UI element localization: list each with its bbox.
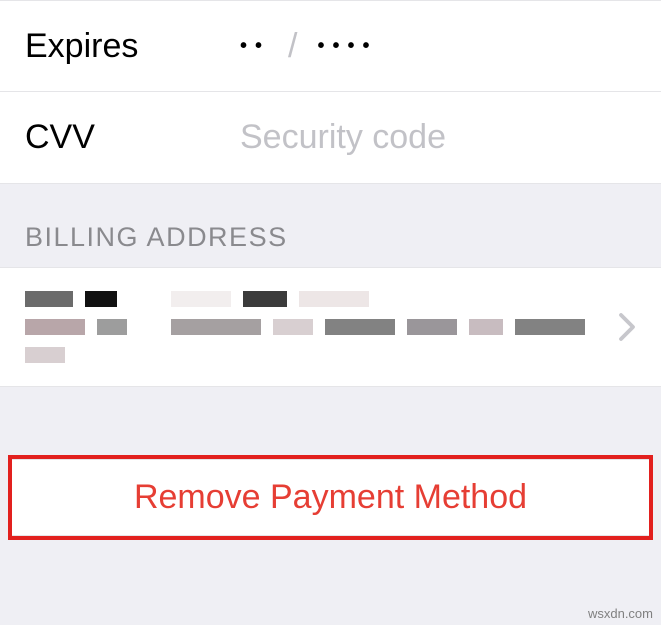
- billing-address-header: BILLING ADDRESS: [0, 184, 661, 267]
- expires-year-mask: ••••: [317, 35, 377, 58]
- billing-address-content: [25, 291, 608, 363]
- expires-value: •• / ••••: [240, 27, 377, 66]
- billing-address-row[interactable]: [0, 267, 661, 387]
- chevron-right-icon: [618, 312, 636, 342]
- cvv-input[interactable]: Security code: [240, 118, 446, 157]
- remove-payment-button[interactable]: Remove Payment Method: [12, 459, 649, 536]
- expires-month-mask: ••: [240, 35, 270, 58]
- cvv-label: CVV: [25, 118, 240, 157]
- expires-label: Expires: [25, 27, 240, 66]
- remove-payment-highlight: Remove Payment Method: [8, 455, 653, 540]
- cvv-row[interactable]: CVV Security code: [0, 92, 661, 184]
- watermark: wsxdn.com: [588, 606, 653, 621]
- expires-separator: /: [288, 27, 299, 66]
- expires-row[interactable]: Expires •• / ••••: [0, 0, 661, 92]
